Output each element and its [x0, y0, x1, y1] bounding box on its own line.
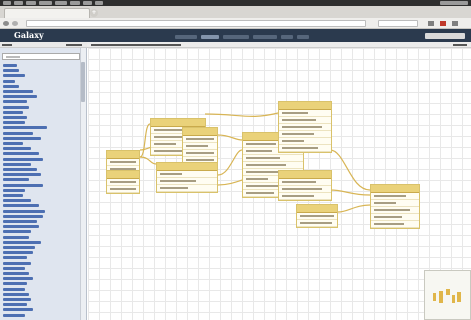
workflow-node-title[interactable] [107, 171, 139, 179]
workflow-node-port[interactable] [107, 186, 139, 193]
workflow-node-port[interactable] [157, 185, 217, 192]
workflow-node-port[interactable] [183, 150, 217, 157]
workflow-node[interactable] [370, 184, 420, 229]
workflow-node-port[interactable] [107, 159, 139, 166]
connector [217, 149, 243, 176]
workflow-node-port[interactable] [279, 179, 331, 186]
connector [204, 112, 279, 117]
workflow-node-title[interactable] [279, 171, 331, 179]
workflow-node-port[interactable] [279, 110, 331, 117]
workflow-node-port[interactable] [279, 186, 331, 193]
workflow-node[interactable] [106, 170, 140, 194]
workflow-node[interactable] [156, 162, 218, 193]
connector [139, 156, 157, 165]
workflow-node-port[interactable] [279, 193, 331, 200]
workflow-node-port[interactable] [183, 143, 217, 150]
workflow-node[interactable] [278, 170, 332, 201]
workflow-node-port[interactable] [371, 214, 419, 221]
workflow-node-port[interactable] [183, 136, 217, 143]
workflow-node-port[interactable] [371, 193, 419, 200]
workflow-node-title[interactable] [371, 185, 419, 193]
workflow-node-port[interactable] [279, 124, 331, 131]
workflow-node-title[interactable] [183, 128, 217, 136]
connector [217, 134, 243, 141]
connector [337, 204, 371, 213]
workflow-node-port[interactable] [279, 131, 331, 138]
workflow-node-port[interactable] [297, 213, 337, 220]
workflow-overview-minimap[interactable] [424, 270, 471, 320]
workflow-node-title[interactable] [279, 102, 331, 110]
workflow-node-port[interactable] [297, 220, 337, 227]
workflow-node-port[interactable] [371, 221, 419, 228]
workflow-node[interactable] [182, 127, 218, 165]
workflow-node-port[interactable] [279, 138, 331, 145]
workflow-node-port[interactable] [107, 179, 139, 186]
workflow-node-port[interactable] [279, 145, 331, 152]
workflow-node-title[interactable] [297, 205, 337, 213]
connector [329, 189, 371, 196]
workflow-node[interactable] [278, 101, 332, 153]
connector [329, 149, 371, 191]
connector [139, 123, 151, 158]
workflow-node-port[interactable] [371, 200, 419, 207]
workflow-node-port[interactable] [157, 171, 217, 178]
workflow-node[interactable] [296, 204, 338, 228]
workflow-node-port[interactable] [279, 117, 331, 124]
node-connectors [139, 112, 371, 213]
workflow-node-port[interactable] [243, 162, 303, 169]
workflow-node-port[interactable] [243, 155, 303, 162]
workflow-node-title[interactable] [107, 151, 139, 159]
workflow-node-title[interactable] [151, 119, 205, 127]
workflow-node-port[interactable] [371, 207, 419, 214]
workflow-node-title[interactable] [157, 163, 217, 171]
workflow-node-port[interactable] [157, 178, 217, 185]
